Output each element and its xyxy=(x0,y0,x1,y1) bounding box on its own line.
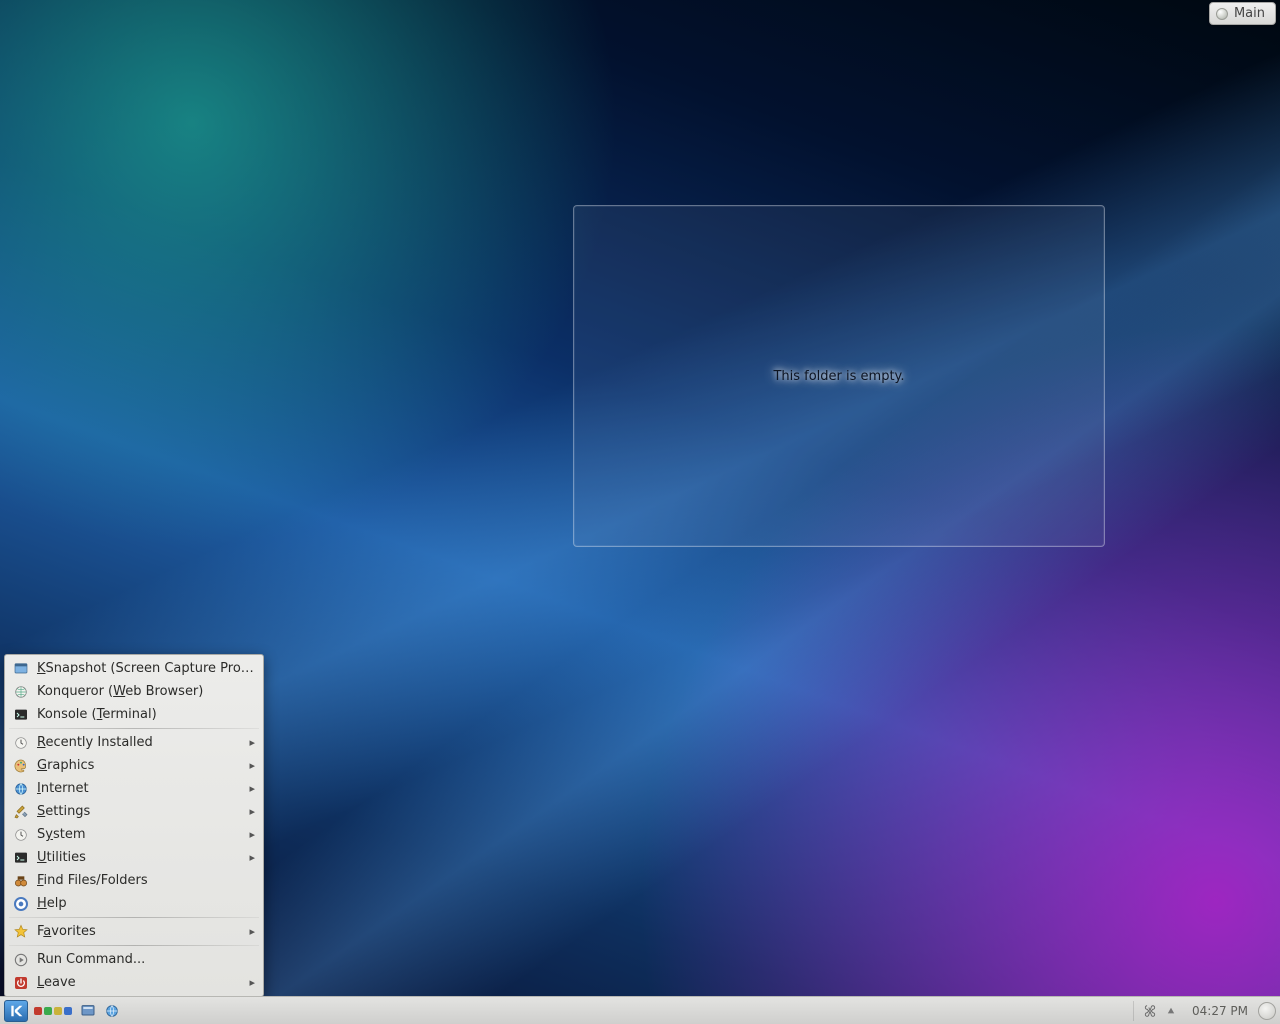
star-icon xyxy=(13,924,29,940)
binoculars-icon xyxy=(13,873,29,889)
start-menu-button[interactable] xyxy=(4,1000,28,1022)
menu-item-label: Recently Installed xyxy=(37,735,241,750)
system-tray xyxy=(1133,1001,1182,1021)
submenu-arrow-icon: ▸ xyxy=(249,925,255,938)
pager-desktop-3[interactable] xyxy=(54,1007,62,1015)
menu-item-label: Internet xyxy=(37,781,241,796)
taskbar-clock[interactable]: 04:27 PM xyxy=(1186,1004,1254,1018)
desktop-folder-widget[interactable]: This folder is empty. xyxy=(573,205,1105,547)
menu-item-favorites[interactable]: Favorites ▸ xyxy=(5,920,263,943)
taskbar: 04:27 PM xyxy=(0,996,1280,1024)
window-icon xyxy=(13,661,29,677)
menu-separator xyxy=(9,728,259,729)
activity-label: Main xyxy=(1234,6,1265,21)
menu-item-label: Konsole (Terminal) xyxy=(37,707,255,722)
folder-empty-text: This folder is empty. xyxy=(773,369,904,384)
menu-item-graphics[interactable]: Graphics ▸ xyxy=(5,754,263,777)
menu-item-help[interactable]: Help xyxy=(5,892,263,915)
show-desktop-button[interactable] xyxy=(78,1001,98,1021)
menu-item-settings[interactable]: Settings ▸ xyxy=(5,800,263,823)
terminal-icon xyxy=(13,707,29,723)
globe-icon xyxy=(13,684,29,700)
menu-item-label: Settings xyxy=(37,804,241,819)
tray-expand-arrow-icon[interactable] xyxy=(1166,1001,1176,1021)
menu-item-ksnapshot[interactable]: KSnapshot (Screen Capture Program) xyxy=(5,657,263,680)
submenu-arrow-icon: ▸ xyxy=(249,976,255,989)
menu-item-internet[interactable]: Internet ▸ xyxy=(5,777,263,800)
menu-item-konsole[interactable]: Konsole (Terminal) xyxy=(5,703,263,726)
terminal-icon xyxy=(13,850,29,866)
submenu-arrow-icon: ▸ xyxy=(249,851,255,864)
desktop-pager[interactable] xyxy=(32,1005,74,1017)
menu-item-utilities[interactable]: Utilities ▸ xyxy=(5,846,263,869)
klipper-tray-icon[interactable] xyxy=(1140,1001,1160,1021)
kde-logo-icon xyxy=(9,1004,23,1018)
palette-icon xyxy=(13,758,29,774)
menu-item-recently-installed[interactable]: Recently Installed ▸ xyxy=(5,731,263,754)
menu-item-label: KSnapshot (Screen Capture Program) xyxy=(37,661,255,676)
submenu-arrow-icon: ▸ xyxy=(249,828,255,841)
menu-item-run[interactable]: Run Command... xyxy=(5,948,263,971)
clock-icon xyxy=(13,827,29,843)
submenu-arrow-icon: ▸ xyxy=(249,782,255,795)
tools-icon xyxy=(13,804,29,820)
menu-item-label: Utilities xyxy=(37,850,241,865)
panel-toolbox-cashew[interactable] xyxy=(1258,1002,1276,1020)
web-browser-launcher[interactable] xyxy=(102,1001,122,1021)
globe-blue-icon xyxy=(13,781,29,797)
help-icon xyxy=(13,896,29,912)
menu-item-label: Graphics xyxy=(37,758,241,773)
menu-item-leave[interactable]: Leave ▸ xyxy=(5,971,263,994)
submenu-arrow-icon: ▸ xyxy=(249,805,255,818)
menu-item-label: Run Command... xyxy=(37,952,255,967)
menu-item-label: Help xyxy=(37,896,255,911)
pager-desktop-4[interactable] xyxy=(64,1007,72,1015)
menu-item-label: Favorites xyxy=(37,924,241,939)
menu-separator xyxy=(9,945,259,946)
pager-desktop-1[interactable] xyxy=(34,1007,42,1015)
menu-item-system[interactable]: System ▸ xyxy=(5,823,263,846)
menu-item-konqueror[interactable]: Konqueror (Web Browser) xyxy=(5,680,263,703)
menu-item-label: System xyxy=(37,827,241,842)
clock-icon xyxy=(13,735,29,751)
menu-item-label: Konqueror (Web Browser) xyxy=(37,684,255,699)
menu-item-label: Leave xyxy=(37,975,241,990)
power-icon xyxy=(13,975,29,991)
menu-item-label: Find Files/Folders xyxy=(37,873,255,888)
activity-indicator-icon xyxy=(1216,8,1228,20)
menu-item-find-files[interactable]: Find Files/Folders xyxy=(5,869,263,892)
activity-switcher[interactable]: Main xyxy=(1209,2,1276,25)
submenu-arrow-icon: ▸ xyxy=(249,736,255,749)
submenu-arrow-icon: ▸ xyxy=(249,759,255,772)
menu-separator xyxy=(9,917,259,918)
run-icon xyxy=(13,952,29,968)
pager-desktop-2[interactable] xyxy=(44,1007,52,1015)
application-menu: KSnapshot (Screen Capture Program) Konque… xyxy=(4,654,264,997)
